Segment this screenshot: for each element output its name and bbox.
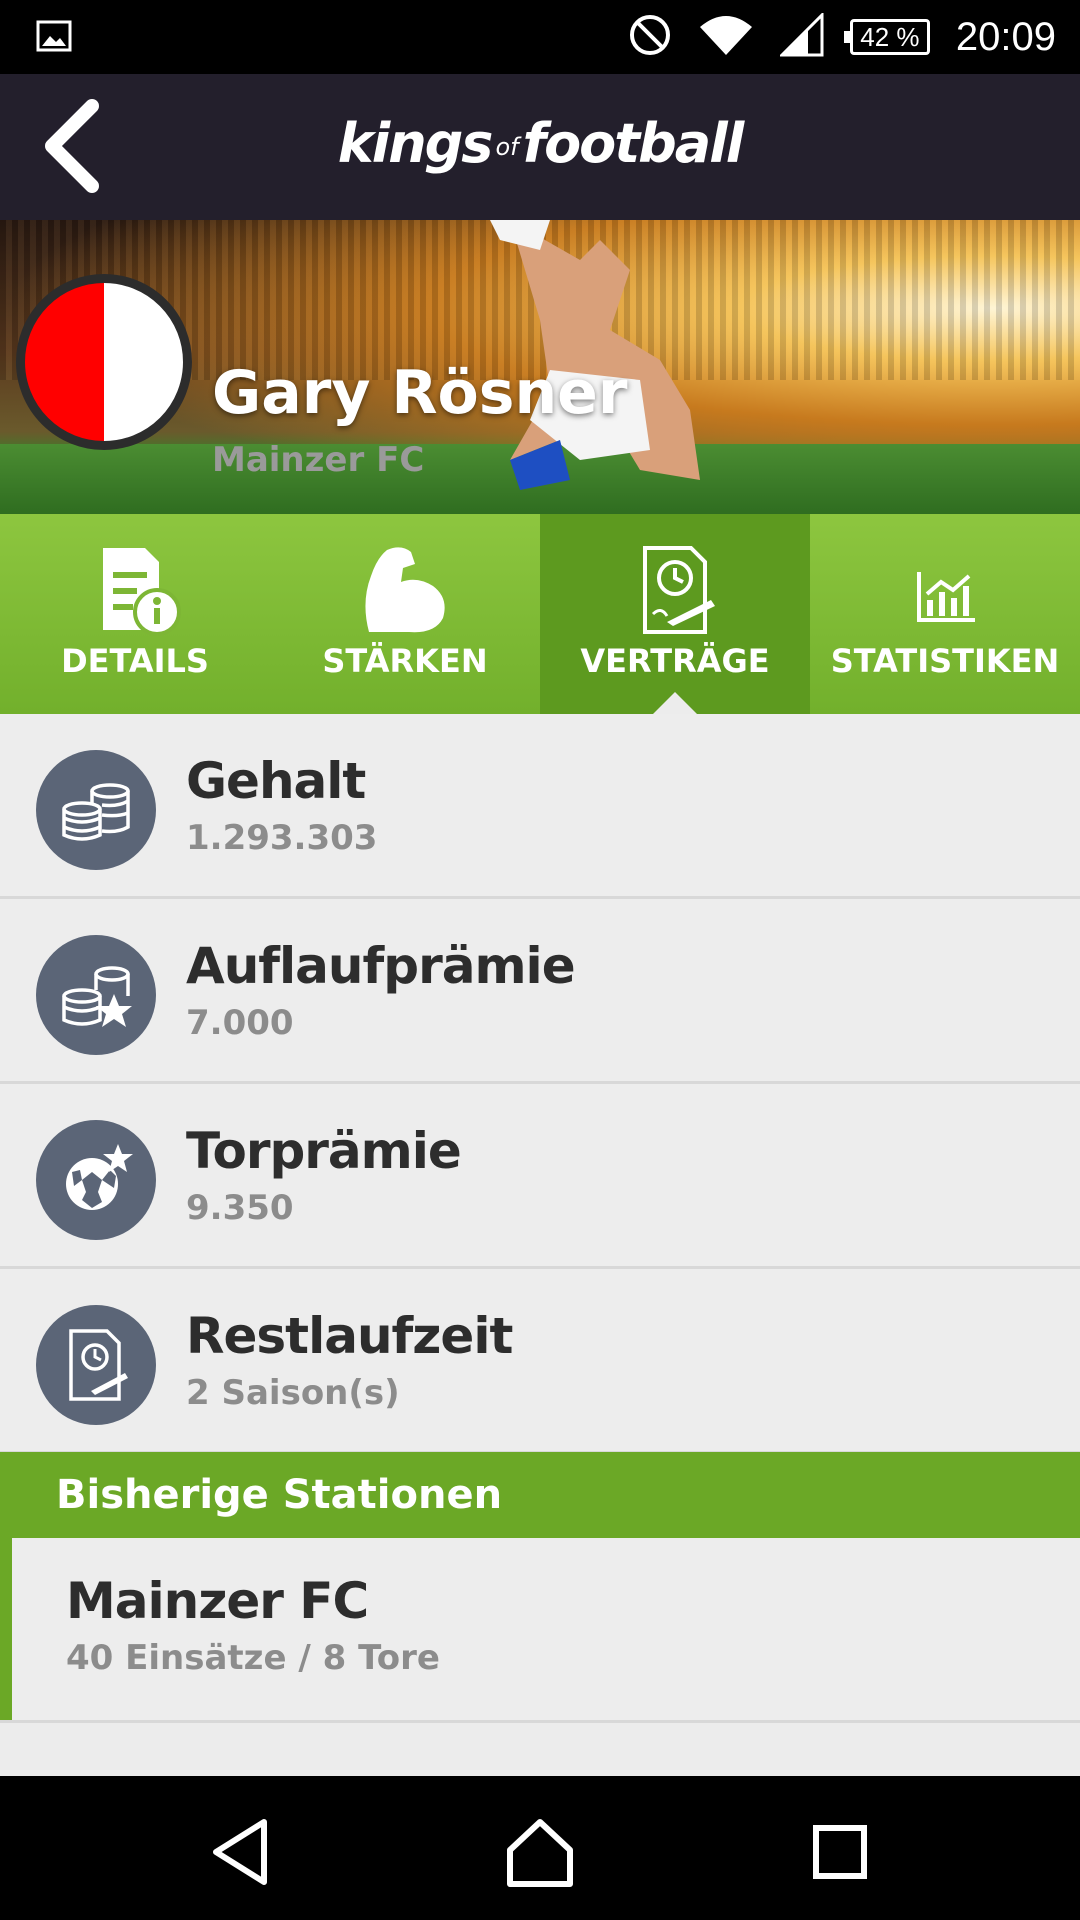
section-header: Bisherige Stationen [0,1452,1080,1538]
square-recents-icon [813,1825,867,1879]
contract-title: Torprämie [186,1122,462,1180]
contract-icon [540,542,810,638]
list-item: Auflaufprämie 7.000 [0,899,1080,1084]
logo-of: of [495,133,519,162]
station-club: Mainzer FC [66,1572,369,1630]
triangle-back-icon [213,1819,267,1885]
list-item: Torprämie 9.350 [0,1084,1080,1269]
nav-home-button[interactable] [500,1812,580,1892]
contract-value: 7.000 [186,1003,294,1043]
contract-value: 2 Saison(s) [186,1373,400,1413]
player-name: Gary Rösner [212,358,628,428]
muscle-arm-icon [270,542,540,638]
battery-icon: 42 % [843,19,930,55]
team-badge [16,274,192,450]
nav-recents-button[interactable] [800,1812,880,1892]
ball-star-icon [36,1120,156,1240]
logo-kings: kings [337,112,494,175]
section-title: Bisherige Stationen [56,1472,503,1518]
system-nav-bar [0,1776,1080,1920]
station-accent-bar [0,1538,12,1720]
contract-clock-icon [36,1305,156,1425]
logo-football: football [522,112,745,175]
contract-value: 9.350 [186,1188,294,1228]
clock: 20:09 [955,14,1056,59]
tab-statistiken[interactable]: STATISTIKEN [810,514,1080,714]
no-disturb-icon [628,13,672,61]
battery-level: 42 % [860,21,920,52]
tab-vertraege[interactable]: VERTRÄGE [540,514,810,714]
signal-icon [778,11,824,61]
tab-staerken[interactable]: STÄRKEN [270,514,540,714]
contract-value: 1.293.303 [186,818,378,858]
contract-title: Auflaufprämie [186,937,576,995]
tab-label: VERTRÄGE [580,642,770,680]
document-info-icon [0,542,270,638]
tab-details[interactable]: DETAILS [0,514,270,714]
tab-label: DETAILS [61,642,209,680]
list-item: Restlaufzeit 2 Saison(s) [0,1269,1080,1454]
contract-list: Gehalt 1.293.303 Auflaufprämie 7.000 Tor… [0,714,1080,1454]
contract-title: Restlaufzeit [186,1307,513,1365]
player-club: Mainzer FC [212,440,425,480]
contract-title: Gehalt [186,752,366,810]
nav-back-button[interactable] [202,1812,282,1892]
chart-icon [810,542,1080,638]
status-bar: 42 % 20:09 [0,0,1080,74]
tab-label: STÄRKEN [322,642,488,680]
home-icon [507,1819,573,1887]
image-icon [36,20,72,56]
coins-star-icon [36,935,156,1055]
station-stats: 40 Einsätze / 8 Tore [66,1638,440,1678]
app-bar: kings offootball [0,74,1080,220]
tab-bar: DETAILS STÄRKEN VERTRÄGE STATISTIKEN [0,514,1080,714]
wifi-icon [698,13,754,61]
app-logo: kings offootball [0,112,1080,175]
list-item: Gehalt 1.293.303 [0,714,1080,899]
coins-icon [36,750,156,870]
tab-label: STATISTIKEN [830,642,1060,680]
station-item: Mainzer FC 40 Einsätze / 8 Tore [0,1538,1080,1723]
